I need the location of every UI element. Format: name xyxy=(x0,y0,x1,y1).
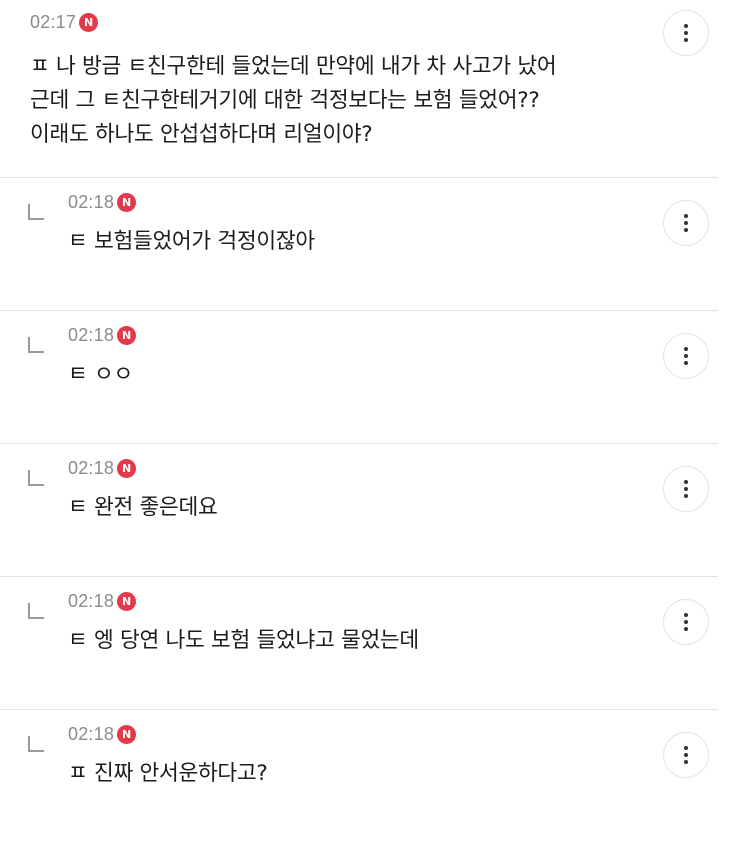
comment-meta: 02:18 N xyxy=(68,457,137,479)
more-vertical-icon xyxy=(684,24,688,42)
reply-arrow-icon xyxy=(28,736,44,752)
comment-thread: 02:17 N ㅍ 나 방금 ㅌ친구한테 들었는데 만약에 내가 차 사고가 났… xyxy=(0,0,733,849)
new-badge-icon: N xyxy=(117,325,137,345)
comment-text: ㅍ 나 방금 ㅌ친구한테 들었는데 만약에 내가 차 사고가 났어 근데 그 ㅌ… xyxy=(30,54,557,147)
comment-text: ㅍ 진짜 안서운하다고? xyxy=(68,761,268,786)
more-options-button[interactable] xyxy=(663,599,709,645)
comment-time: 02:18 xyxy=(68,191,115,212)
comment-text: ㅌ ㅇㅇ xyxy=(68,362,133,387)
more-options-button[interactable] xyxy=(663,333,709,379)
comment-text: ㅌ 엥 당연 나도 보험 들었냐고 물었는데 xyxy=(68,628,419,653)
reply-item: 02:18 N ㅌ 완전 좋은데요 xyxy=(0,444,718,577)
reply-item: 02:18 N ㅍ 진짜 안서운하다고? xyxy=(0,710,718,843)
comment-time: 02:18 xyxy=(68,457,115,478)
comment-text: ㅌ 완전 좋은데요 xyxy=(68,495,218,520)
reply-item: 02:18 N ㅌ 보험들었어가 걱정이잖아 xyxy=(0,178,718,311)
more-options-button[interactable] xyxy=(663,200,709,246)
comment-meta: 02:17 N xyxy=(30,11,99,33)
reply-arrow-icon xyxy=(28,603,44,619)
new-badge-icon: N xyxy=(117,458,137,478)
comment-meta: 02:18 N xyxy=(68,723,137,745)
more-options-button[interactable] xyxy=(663,10,709,56)
more-options-button[interactable] xyxy=(663,732,709,778)
comment-item: 02:17 N ㅍ 나 방금 ㅌ친구한테 들었는데 만약에 내가 차 사고가 났… xyxy=(0,0,718,178)
more-options-button[interactable] xyxy=(663,466,709,512)
new-badge-icon: N xyxy=(117,591,137,611)
reply-item: 02:18 N ㅌ ㅇㅇ xyxy=(0,311,718,444)
new-badge-icon: N xyxy=(117,724,137,744)
comment-meta: 02:18 N xyxy=(68,324,137,346)
comment-meta: 02:18 N xyxy=(68,191,137,213)
comment-text: ㅌ 보험들었어가 걱정이잖아 xyxy=(68,229,315,254)
more-vertical-icon xyxy=(684,613,688,631)
reply-arrow-icon xyxy=(28,337,44,353)
comment-meta: 02:18 N xyxy=(68,590,137,612)
new-badge-icon: N xyxy=(117,192,137,212)
reply-arrow-icon xyxy=(28,470,44,486)
more-vertical-icon xyxy=(684,347,688,365)
more-vertical-icon xyxy=(684,746,688,764)
new-badge-icon: N xyxy=(79,12,99,32)
comment-time: 02:18 xyxy=(68,723,115,744)
more-vertical-icon xyxy=(684,480,688,498)
reply-item: 02:18 N ㅌ 엥 당연 나도 보험 들었냐고 물었는데 xyxy=(0,577,718,710)
reply-arrow-icon xyxy=(28,204,44,220)
comment-time: 02:17 xyxy=(30,11,77,32)
comment-time: 02:18 xyxy=(68,324,115,345)
more-vertical-icon xyxy=(684,214,688,232)
comment-time: 02:18 xyxy=(68,590,115,611)
